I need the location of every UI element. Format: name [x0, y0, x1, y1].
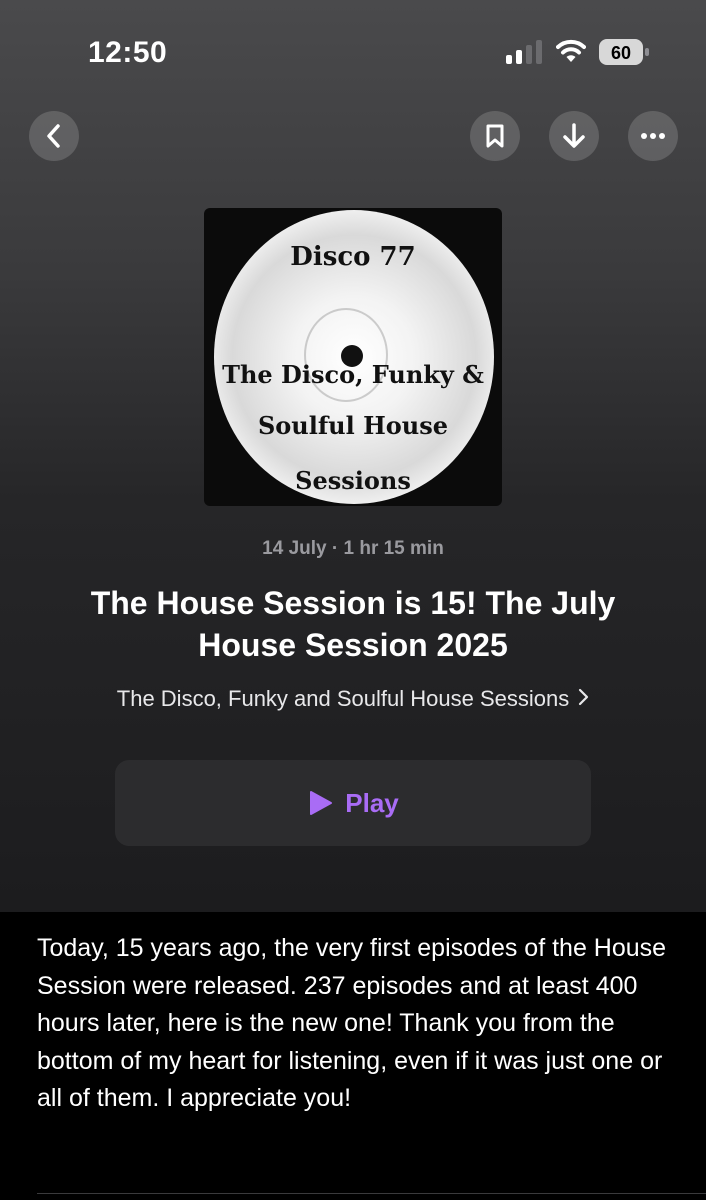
- chevron-right-icon: [579, 688, 589, 706]
- artwork-subtitle-line1: The Disco, Funky &: [222, 360, 484, 389]
- download-button[interactable]: [549, 111, 599, 161]
- status-bar: 12:50 60: [0, 0, 706, 100]
- artwork-subtitle-line2: Soulful House: [257, 411, 449, 440]
- episode-description: Today, 15 years ago, the very first epis…: [37, 934, 667, 1112]
- divider: [37, 1193, 706, 1194]
- artwork-title: Disco 77: [290, 242, 416, 272]
- chevron-left-icon: [47, 124, 60, 148]
- artwork-subtitle-line3: Sessions: [295, 466, 411, 495]
- play-label: Play: [345, 787, 399, 818]
- show-link[interactable]: The Disco, Funky and Soulful House Sessi…: [0, 686, 706, 712]
- episode-meta: 14 July · 1 hr 15 min: [262, 538, 444, 559]
- status-time: 12:50: [88, 36, 168, 69]
- bookmark-icon: [486, 124, 504, 148]
- wifi-icon: [556, 39, 586, 62]
- bookmark-button[interactable]: [470, 111, 520, 161]
- episode-title: The House Session is 15! The July House …: [90, 585, 616, 663]
- ellipsis-icon: [641, 133, 665, 139]
- show-name: The Disco, Funky and Soulful House Sessi…: [116, 686, 570, 711]
- play-icon: [310, 791, 333, 815]
- episode-artwork: Disco 77 The Disco, Funky & Soulful Hous…: [204, 208, 502, 506]
- more-button[interactable]: [628, 111, 678, 161]
- battery-level: 60: [611, 43, 631, 63]
- arrow-down-icon: [563, 123, 585, 148]
- back-button[interactable]: [29, 111, 79, 161]
- battery-icon: 60: [599, 39, 649, 65]
- play-button[interactable]: Play: [115, 760, 591, 846]
- cellular-signal-icon: [506, 40, 542, 64]
